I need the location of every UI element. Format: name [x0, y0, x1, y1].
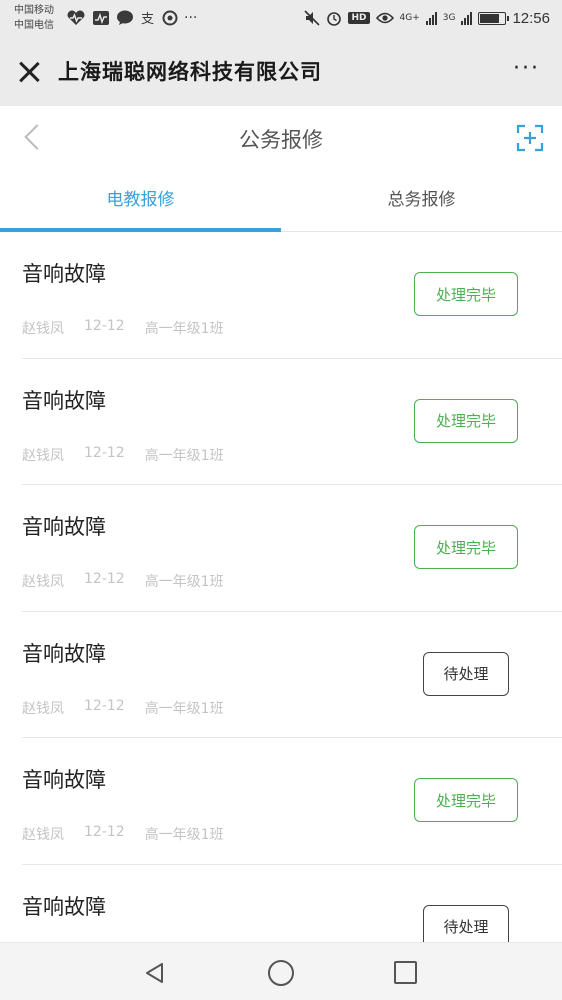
item-meta: 赵钱凤 12-12 高一年级1班	[22, 824, 224, 844]
status-badge[interactable]: 待处理	[423, 651, 509, 696]
status-badge[interactable]: 处理完毕	[414, 272, 518, 316]
close-icon[interactable]	[14, 57, 44, 87]
clock: 12:56	[512, 9, 550, 27]
alipay-icon: 支	[140, 8, 156, 28]
chat-icon	[116, 8, 134, 28]
network-1-label: 4G+	[399, 13, 420, 23]
system-nav-bar	[0, 942, 562, 1000]
item-date: 12-12	[84, 824, 125, 841]
list-item[interactable]: 音响故障赵钱凤 12-12 高一年级1班 处理完毕	[22, 738, 562, 865]
more-dots-icon: ···	[184, 10, 198, 26]
add-frame-icon	[516, 124, 544, 152]
status-badge[interactable]: 处理完毕	[414, 778, 518, 823]
item-date: 12-12	[84, 444, 125, 461]
carrier-1: 中国移动	[14, 5, 54, 16]
mute-icon	[304, 8, 321, 28]
item-class: 高一年级1班	[144, 321, 224, 337]
page-title: 公务报修	[239, 128, 323, 152]
item-date: 12-12	[84, 318, 125, 334]
status-badge[interactable]: 待处理	[423, 904, 509, 942]
eye-icon	[375, 8, 394, 28]
item-reporter: 赵钱凤	[22, 447, 64, 464]
item-reporter: 赵钱凤	[22, 321, 64, 337]
repair-list: 音响故障 赵钱凤 12-12 高一年级1班 处理完毕 音响故障 赵钱凤 12-12 高一年级1班…	[0, 232, 562, 942]
item-class: 高一年级1班	[144, 574, 224, 591]
tab-general-repair[interactable]: 总务报修	[281, 170, 562, 231]
item-title: 音响故障	[22, 768, 106, 793]
item-title: 音响故障	[22, 515, 106, 540]
alarm-icon	[326, 8, 342, 28]
item-meta: 赵钱凤 12-12 高一年级1班	[22, 698, 224, 718]
item-meta: 赵钱凤 12-12 高一年级1班	[22, 318, 224, 338]
activity-icon	[92, 8, 110, 28]
item-meta: 赵钱凤 12-12 高一年级1班	[22, 571, 224, 591]
nav-recent-icon[interactable]	[394, 961, 417, 984]
item-class: 高一年级1班	[144, 700, 224, 717]
hd-icon: HD	[348, 12, 370, 24]
signal-icon	[425, 11, 437, 25]
list-item[interactable]: 音响故障赵钱凤 12-12 高一年级1班 待处理	[22, 612, 562, 739]
item-meta: 赵钱凤 12-12 高一年级1班	[22, 445, 224, 465]
item-title: 音响故障	[22, 262, 106, 286]
battery-icon	[478, 11, 510, 25]
item-title: 音响故障	[22, 894, 106, 919]
tab-av-repair[interactable]: 电教报修	[0, 170, 281, 232]
nav-back-icon[interactable]	[143, 961, 167, 985]
item-title: 音响故障	[22, 388, 106, 413]
tab-bar: 电教报修 总务报修	[0, 170, 562, 232]
status-bar: 中国移动 中国电信 支 ··· HD 4G+ 3G 12:56	[0, 0, 562, 38]
item-class: 高一年级1班	[144, 447, 224, 464]
item-title: 音响故障	[22, 641, 106, 666]
add-repair-button[interactable]	[516, 124, 544, 152]
title-bar: 上海瑞聪网络科技有限公司 ···	[0, 38, 562, 106]
more-menu-button[interactable]: ···	[513, 56, 540, 81]
list-item[interactable]: 音响故障赵钱凤 12-12 高一年级1班 处理完毕	[22, 359, 562, 486]
svg-text:支: 支	[141, 12, 154, 26]
item-class: 高一年级1班	[144, 827, 224, 844]
carrier-labels: 中国移动 中国电信	[14, 3, 54, 33]
item-reporter: 赵钱凤	[22, 574, 64, 591]
signal-icon	[461, 11, 473, 25]
item-date: 12-12	[84, 697, 125, 714]
list-item[interactable]: 音响故障 待处理	[22, 865, 562, 942]
nav-home-icon[interactable]	[268, 960, 294, 986]
carrier-2: 中国电信	[14, 20, 54, 31]
window-title: 上海瑞聪网络科技有限公司	[58, 60, 322, 84]
page-header: 公务报修	[0, 106, 562, 170]
status-badge[interactable]: 处理完毕	[414, 398, 518, 443]
battery-level	[480, 13, 499, 23]
item-reporter: 赵钱凤	[22, 827, 64, 844]
item-reporter: 赵钱凤	[22, 700, 64, 717]
item-date: 12-12	[84, 571, 125, 588]
status-right: HD 4G+ 3G 12:56	[304, 8, 550, 28]
status-badge[interactable]: 处理完毕	[414, 525, 518, 570]
list-item[interactable]: 音响故障赵钱凤 12-12 高一年级1班 处理完毕	[22, 485, 562, 612]
notification-icons: 支 ···	[66, 8, 197, 28]
browser-icon	[162, 8, 178, 28]
list-item[interactable]: 音响故障赵钱凤 12-12 高一年级1班 处理完毕	[22, 232, 562, 359]
heart-pulse-icon	[66, 8, 86, 28]
network-2-label: 3G	[442, 13, 456, 23]
